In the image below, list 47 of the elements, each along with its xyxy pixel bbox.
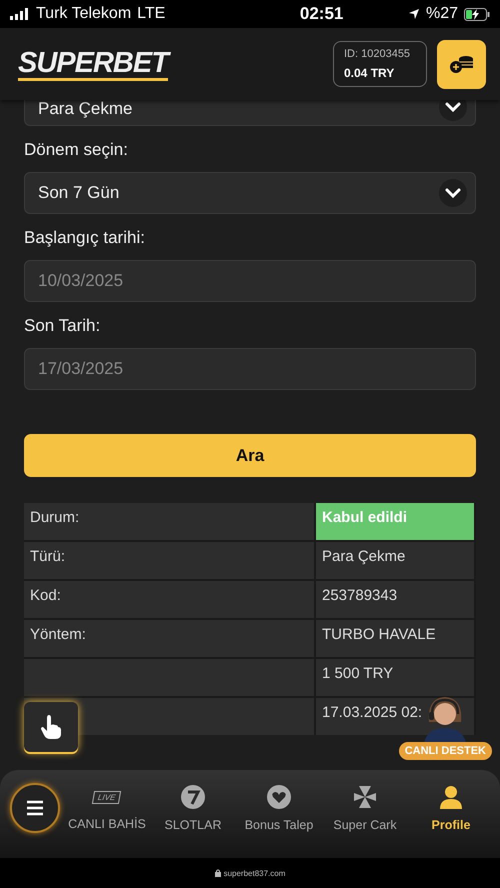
menu-button[interactable] xyxy=(10,783,60,833)
clock: 02:51 xyxy=(298,4,344,24)
balance: 0.04 TRY xyxy=(344,66,396,80)
nav-tab[interactable]: Bonus Talep xyxy=(236,784,322,832)
location-icon xyxy=(408,8,420,20)
table-cell: 1 500 TRY xyxy=(316,659,474,696)
table-cell: Kabul edildi xyxy=(316,503,474,540)
account-id: ID: 10203455 xyxy=(344,48,412,60)
live-badge: LIVE xyxy=(92,791,122,804)
hand-pointer-icon xyxy=(40,714,62,740)
wheel-icon xyxy=(352,784,378,810)
table-cell: Yöntem: xyxy=(24,620,314,657)
nav-tab[interactable]: Super Cark xyxy=(322,784,408,832)
coins-icon xyxy=(448,54,474,74)
deposit-button[interactable] xyxy=(437,40,486,88)
menu-icon xyxy=(26,800,44,816)
table-cell: Durum: xyxy=(24,503,314,540)
signal-icon xyxy=(10,8,30,20)
table-cell: Türü: xyxy=(24,542,314,579)
field-label: Son Tarih: xyxy=(24,316,102,336)
user-icon xyxy=(438,784,464,810)
date-value: 17/03/2025 xyxy=(38,359,124,379)
nav-tab[interactable]: Profile xyxy=(408,784,494,832)
battery-icon xyxy=(464,8,490,20)
field-label: Başlangıç tarihi: xyxy=(24,228,146,248)
table-cell: Kod: xyxy=(24,581,314,618)
seven-coin-icon xyxy=(180,784,206,810)
nav-tab[interactable]: SLOTLAR xyxy=(150,784,236,832)
account-balance-box[interactable]: ID: 10203455 0.04 TRY xyxy=(333,41,427,87)
network-type: LTE xyxy=(137,5,166,23)
table-cell: Para Çekme xyxy=(316,542,474,579)
carrier-name: Turk Telekom xyxy=(36,5,132,23)
chevron-down-icon xyxy=(439,179,467,207)
url-text: superbet837.com xyxy=(224,868,286,878)
tap-button[interactable] xyxy=(24,702,78,752)
battery-percent: %27 xyxy=(426,5,458,23)
date-value: 10/03/2025 xyxy=(38,271,124,291)
dropdown-value: Para Çekme xyxy=(38,100,132,119)
dropdown-field[interactable]: Para Çekme xyxy=(24,100,476,126)
table-cell: 253789343 xyxy=(316,581,474,618)
dropdown-value: Son 7 Gün xyxy=(38,183,120,203)
table-cell: TURBO HAVALE xyxy=(316,620,474,657)
lock-icon xyxy=(214,869,221,877)
search-button[interactable]: Ara xyxy=(24,434,476,477)
dropdown-field[interactable]: Son 7 Gün xyxy=(24,172,476,214)
field-label: Dönem seçin: xyxy=(24,140,129,160)
nav-tab[interactable]: LIVE CANLI BAHİS xyxy=(64,785,150,831)
